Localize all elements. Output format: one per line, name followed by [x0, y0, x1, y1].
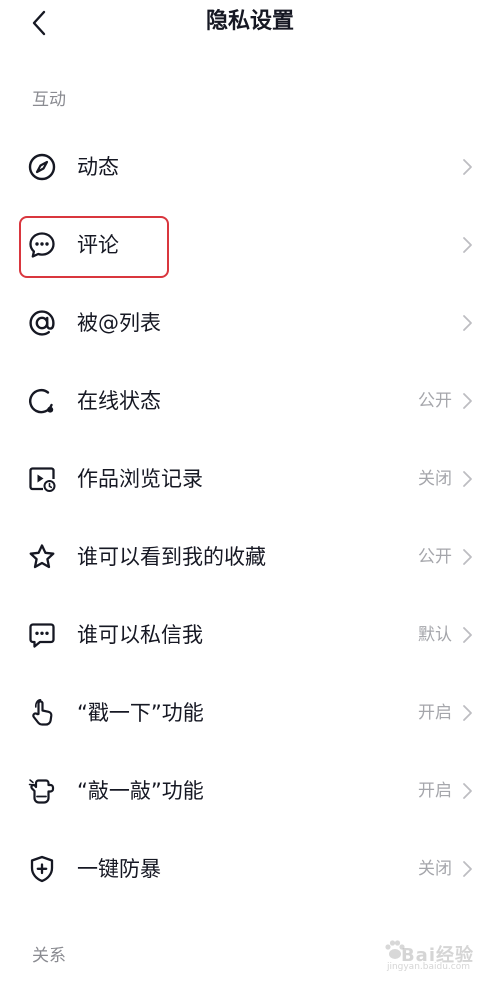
settings-row-label: 作品浏览记录 [77, 467, 203, 491]
settings-row-knock[interactable]: “敲一敲”功能 开启 [0, 752, 500, 830]
settings-row-label: “敲一敲”功能 [77, 779, 204, 803]
message-icon [26, 619, 58, 651]
chevron-right-icon [460, 858, 474, 880]
video-history-icon [26, 463, 58, 495]
settings-row-poke[interactable]: “戳一下”功能 开启 [0, 674, 500, 752]
watermark: Bai经验 jingyan.baidu.com [360, 935, 480, 975]
section-title-relationship: 关系 [32, 946, 66, 966]
chevron-right-icon [460, 546, 474, 568]
chevron-right-icon [460, 468, 474, 490]
top-bar: 隐私设置 [0, 0, 500, 48]
watermark-url: jingyan.baidu.com [386, 962, 470, 972]
settings-row-label: “戳一下”功能 [77, 701, 204, 725]
settings-row-label: 评论 [77, 233, 119, 257]
settings-row-label: 在线状态 [77, 389, 161, 413]
settings-row-label: 被@列表 [77, 311, 161, 335]
settings-row-label: 一键防暴 [77, 857, 161, 881]
chevron-right-icon [460, 702, 474, 724]
settings-row-value: 开启 [418, 781, 452, 801]
settings-row-value: 公开 [418, 547, 452, 567]
settings-row-moments[interactable]: 动态 [0, 128, 500, 206]
settings-row-value: 公开 [418, 391, 452, 411]
settings-row-online-status[interactable]: 在线状态 公开 [0, 362, 500, 440]
settings-row-comments[interactable]: 评论 [0, 206, 500, 284]
privacy-settings-page: 隐私设置 互动 动态 评论 被@列表 在线状态 公开 作品浏览记录 关闭 谁可以… [0, 0, 500, 989]
settings-row-label: 动态 [77, 155, 119, 179]
settings-row-value: 关闭 [418, 469, 452, 489]
shield-plus-icon [26, 853, 58, 885]
poke-finger-icon [26, 697, 58, 729]
chevron-right-icon [460, 234, 474, 256]
chevron-right-icon [460, 312, 474, 334]
chevron-right-icon [460, 624, 474, 646]
settings-row-value: 默认 [418, 625, 452, 645]
settings-row-label: 谁可以看到我的收藏 [77, 545, 266, 569]
settings-row-favorites-visibility[interactable]: 谁可以看到我的收藏 公开 [0, 518, 500, 596]
chevron-right-icon [460, 780, 474, 802]
settings-row-view-history[interactable]: 作品浏览记录 关闭 [0, 440, 500, 518]
settings-row-value: 关闭 [418, 859, 452, 879]
compass-icon [26, 151, 58, 183]
star-icon [26, 541, 58, 573]
chevron-right-icon [460, 390, 474, 412]
settings-row-direct-message[interactable]: 谁可以私信我 默认 [0, 596, 500, 674]
comment-bubble-icon [26, 229, 58, 261]
settings-row-anti-harassment[interactable]: 一键防暴 关闭 [0, 830, 500, 908]
at-sign-icon [26, 307, 58, 339]
chevron-right-icon [460, 156, 474, 178]
settings-row-mentions[interactable]: 被@列表 [0, 284, 500, 362]
settings-row-value: 开启 [418, 703, 452, 723]
settings-row-label: 谁可以私信我 [77, 623, 203, 647]
section-title-interaction: 互动 [32, 90, 66, 110]
online-status-icon [26, 385, 58, 417]
page-title: 隐私设置 [205, 9, 294, 34]
knock-hand-icon [26, 775, 58, 807]
